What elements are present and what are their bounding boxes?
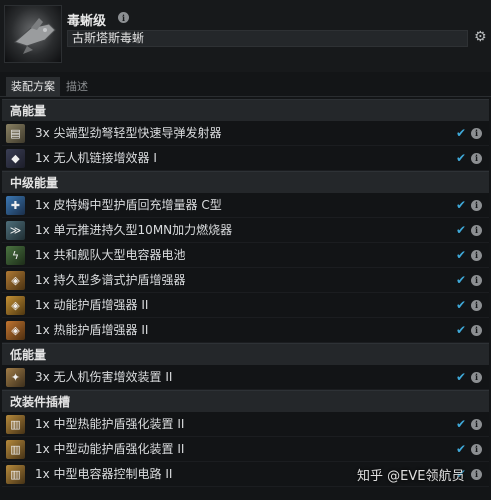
ship-header: 毒蜥级 i 古斯塔斯毒蜥 ⚙ (0, 0, 491, 72)
list-item[interactable]: ◈ 1x 持久型多谱式护盾增强器 ✔ i (2, 268, 489, 293)
check-icon: ✔ (456, 298, 467, 312)
module-label: 1x 热能护盾增强器 II (35, 323, 149, 337)
section-mid-slots: 中级能量 (2, 171, 489, 193)
ship-render-icon (14, 18, 56, 54)
check-icon: ✔ (456, 151, 467, 165)
rig-thermal-icon: ▥ (6, 415, 25, 434)
info-icon[interactable]: i (471, 250, 482, 261)
check-icon: ✔ (456, 198, 467, 212)
rig-cap-icon: ▥ (6, 465, 25, 484)
module-label: 1x 中型热能护盾强化装置 II (35, 417, 185, 431)
list-item[interactable]: ▤ 3x 尖端型劲弩轻型快速导弹发射器 ✔ i (2, 121, 489, 146)
missile-launcher-icon: ▤ (6, 124, 25, 143)
check-icon: ✔ (456, 273, 467, 287)
check-icon: ✔ (456, 126, 467, 140)
check-icon: ✔ (456, 442, 467, 456)
watermark: 知乎 @EVE领航员 (357, 469, 465, 484)
ship-thumbnail[interactable] (4, 5, 62, 63)
module-label: 1x 中型动能护盾强化装置 II (35, 442, 185, 456)
list-item[interactable]: ◈ 1x 热能护盾增强器 II ✔ i (2, 318, 489, 343)
module-label: 1x 皮特姆中型护盾回充增量器 C型 (35, 198, 222, 212)
drone-damage-icon: ✦ (6, 368, 25, 387)
info-icon[interactable]: i (471, 469, 482, 480)
list-item[interactable]: ▥ 1x 中型热能护盾强化装置 II ✔ i (2, 412, 489, 437)
list-item[interactable]: ◆ 1x 无人机链接增效器 I ✔ i (2, 146, 489, 171)
shield-hardener-icon: ◈ (6, 271, 25, 290)
list-item[interactable]: ≫ 1x 单元推进持久型10MN加力燃烧器 ✔ i (2, 218, 489, 243)
section-rig-slots: 改装件插槽 (2, 390, 489, 412)
tab-fitting[interactable]: 装配方案 (6, 77, 60, 97)
ship-info-icon[interactable]: i (118, 12, 129, 23)
module-label: 1x 共和舰队大型电容器电池 (35, 248, 186, 262)
info-icon[interactable]: i (471, 372, 482, 383)
afterburner-icon: ≫ (6, 221, 25, 240)
list-item[interactable]: ◈ 1x 动能护盾增强器 II ✔ i (2, 293, 489, 318)
check-icon: ✔ (456, 223, 467, 237)
tab-description[interactable]: 描述 (61, 77, 93, 97)
check-icon: ✔ (456, 248, 467, 262)
module-label: 3x 尖端型劲弩轻型快速导弹发射器 (35, 126, 222, 140)
list-item[interactable]: ✦ 3x 无人机伤害增效装置 II ✔ i (2, 365, 489, 390)
module-label: 3x 无人机伤害增效装置 II (35, 370, 173, 384)
info-icon[interactable]: i (471, 153, 482, 164)
module-label: 1x 无人机链接增效器 I (35, 151, 157, 165)
shield-booster-icon: ✚ (6, 196, 25, 215)
info-icon[interactable]: i (471, 128, 482, 139)
info-icon[interactable]: i (471, 200, 482, 211)
info-icon[interactable]: i (471, 419, 482, 430)
module-label: 1x 中型电容器控制电路 II (35, 467, 173, 481)
fit-name-field[interactable]: 古斯塔斯毒蜥 (67, 30, 468, 47)
kinetic-hardener-icon: ◈ (6, 296, 25, 315)
section-low-slots: 低能量 (2, 343, 489, 365)
tab-bar: 装配方案 描述 (0, 77, 491, 97)
module-label: 1x 单元推进持久型10MN加力燃烧器 (35, 223, 233, 237)
drone-link-icon: ◆ (6, 149, 25, 168)
list-item[interactable]: ▥ 1x 中型动能护盾强化装置 II ✔ i (2, 437, 489, 462)
check-icon: ✔ (456, 323, 467, 337)
rig-kinetic-icon: ▥ (6, 440, 25, 459)
info-icon[interactable]: i (471, 300, 482, 311)
check-icon: ✔ (456, 370, 467, 384)
module-label: 1x 持久型多谱式护盾增强器 (35, 273, 186, 287)
fitting-list: 高能量 ▤ 3x 尖端型劲弩轻型快速导弹发射器 ✔ i ◆ 1x 无人机链接增效… (2, 99, 489, 500)
check-icon: ✔ (456, 417, 467, 431)
module-label: 1x 动能护盾增强器 II (35, 298, 149, 312)
info-icon[interactable]: i (471, 225, 482, 236)
thermal-hardener-icon: ◈ (6, 321, 25, 340)
ship-name: 毒蜥级 (67, 14, 107, 29)
info-icon[interactable]: i (471, 444, 482, 455)
cap-battery-icon: ϟ (6, 246, 25, 265)
info-icon[interactable]: i (471, 275, 482, 286)
list-item[interactable]: ✚ 1x 皮特姆中型护盾回充增量器 C型 ✔ i (2, 193, 489, 218)
section-high-slots: 高能量 (2, 99, 489, 121)
info-icon[interactable]: i (471, 325, 482, 336)
gear-icon[interactable]: ⚙ (474, 29, 487, 45)
list-item[interactable]: ϟ 1x 共和舰队大型电容器电池 ✔ i (2, 243, 489, 268)
